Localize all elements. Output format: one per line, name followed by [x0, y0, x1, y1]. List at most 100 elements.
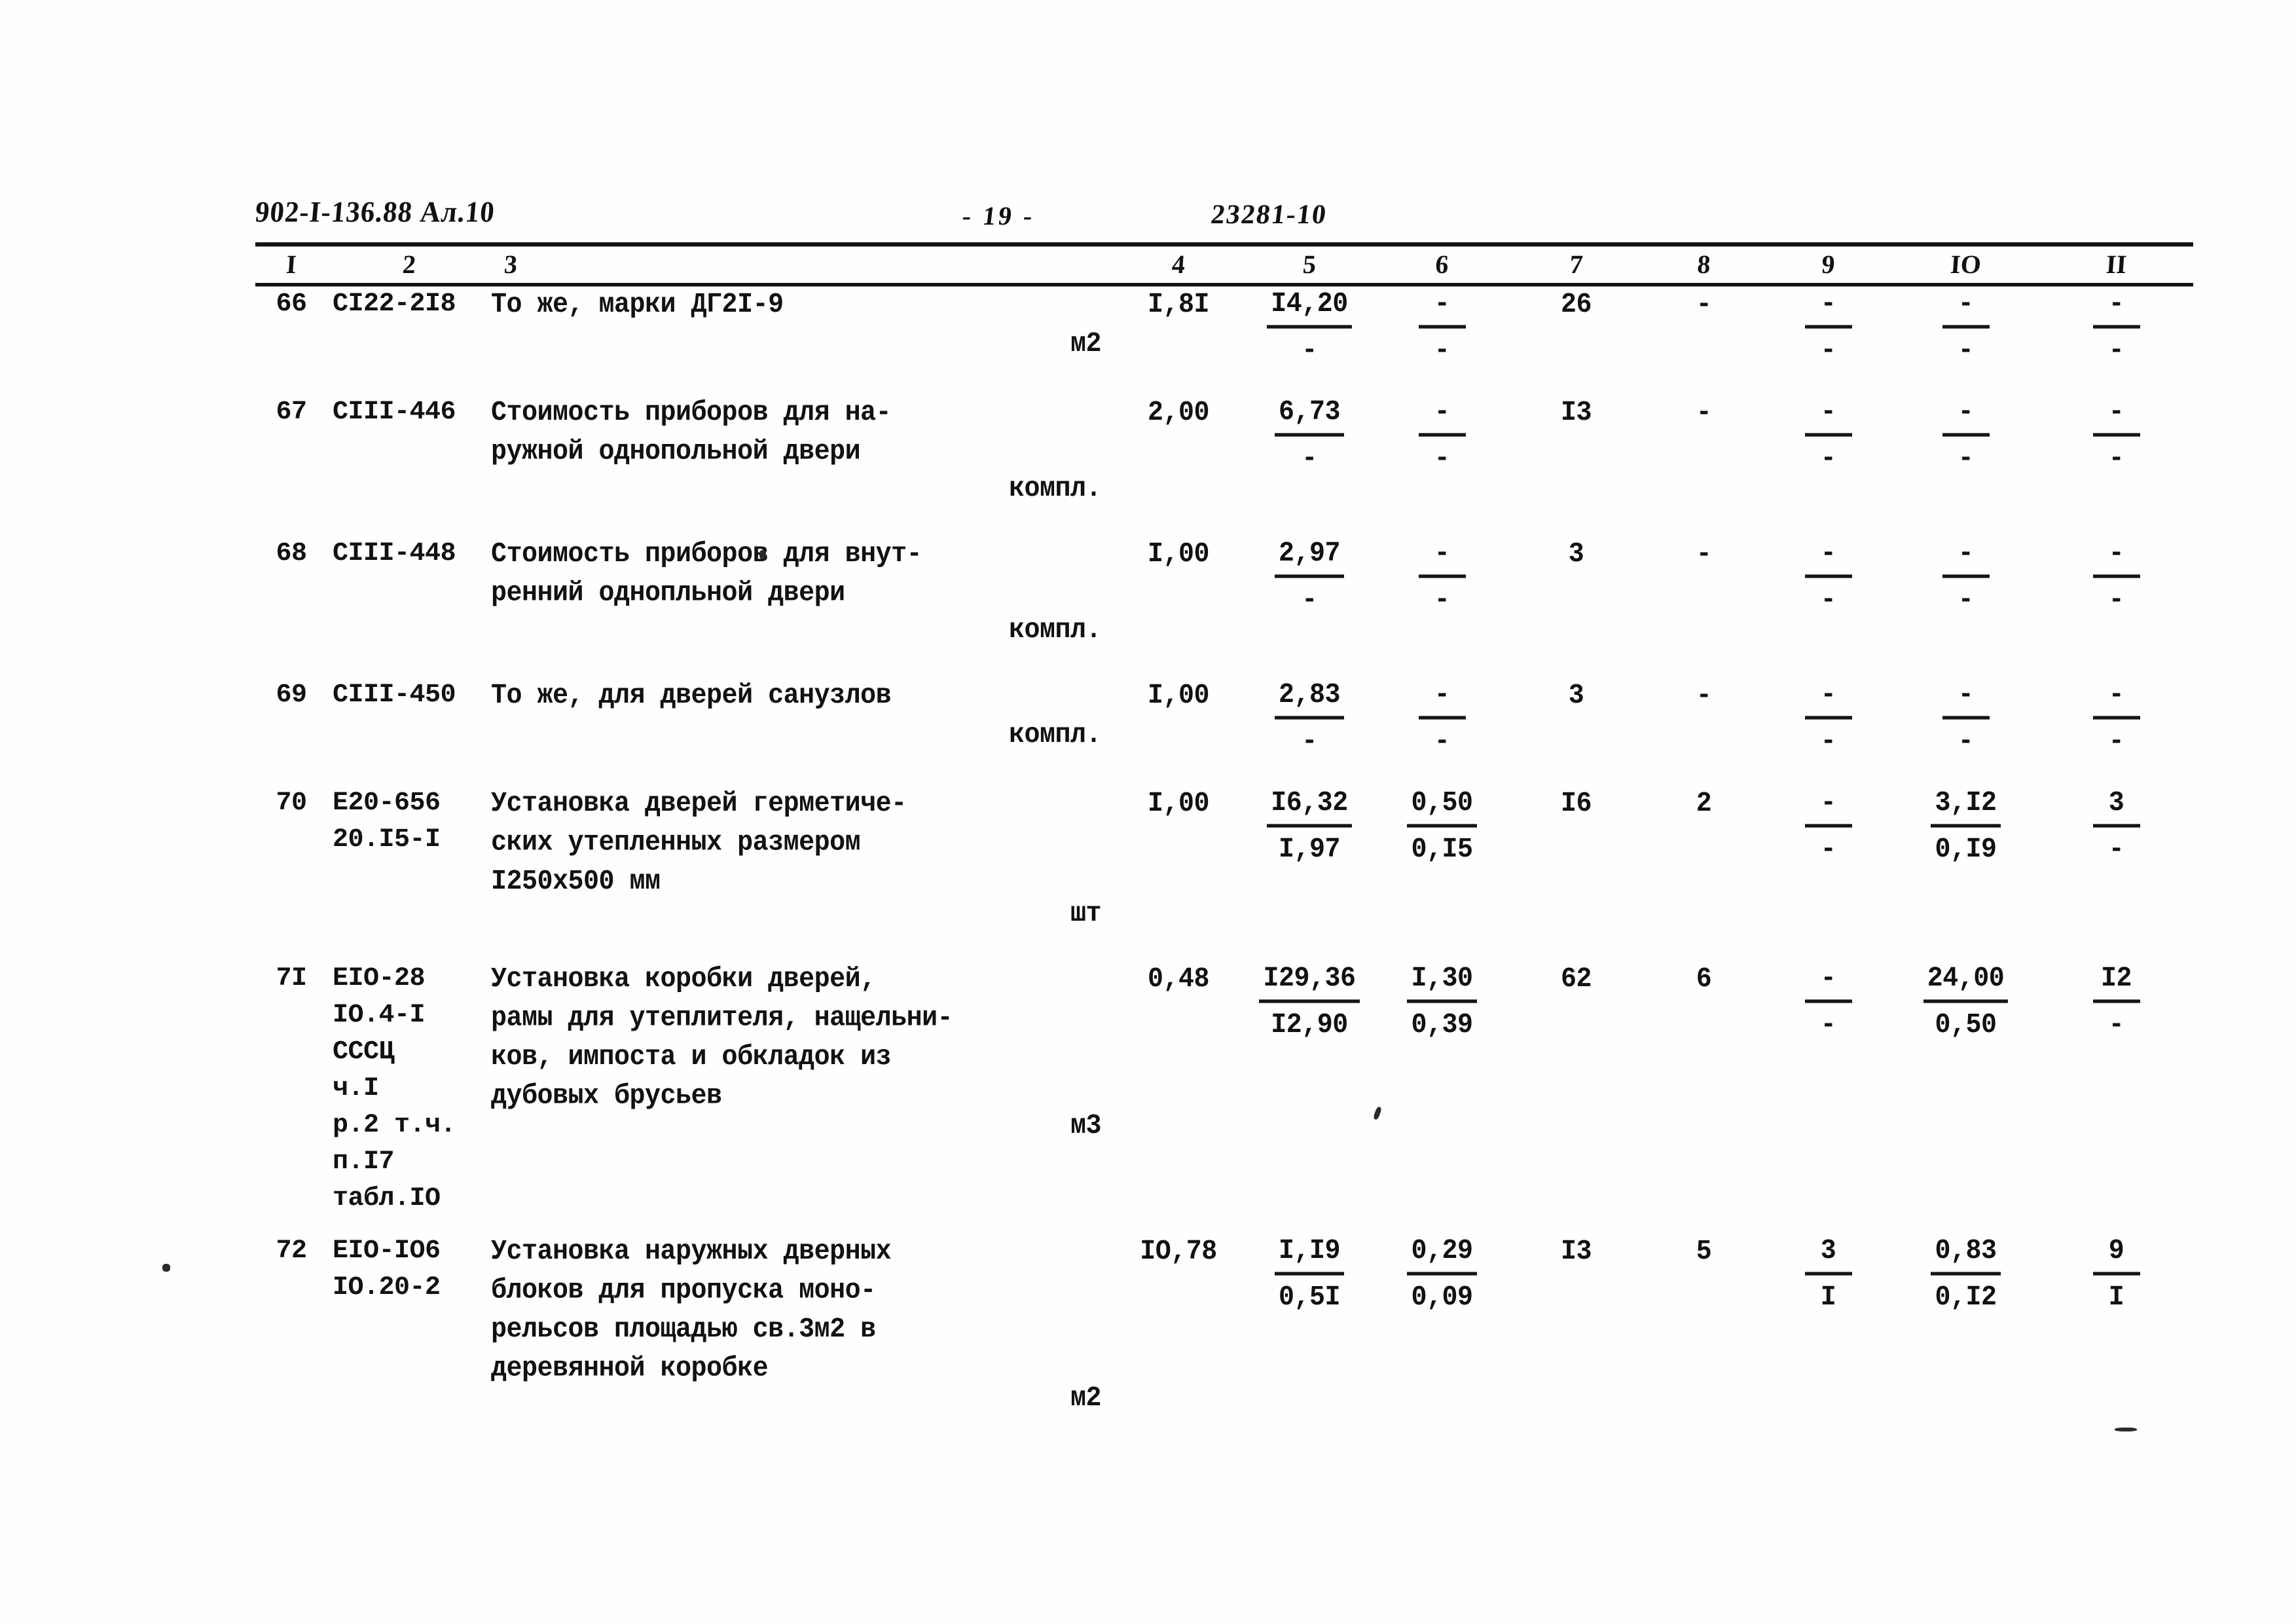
row-qty: IО,78: [1140, 1236, 1217, 1268]
row-number: 7I: [276, 964, 307, 993]
row-col7: 3: [1568, 680, 1584, 712]
row-code: ЕIO-28 IO.4-I СССЦ ч.I р.2 т.ч. п.I7 таб…: [333, 964, 456, 1213]
row-unit: м3: [1070, 1111, 1102, 1142]
row-col5: 2,97-: [1244, 536, 1375, 648]
row-description: Установка коробки дверей, рамы для утепл…: [491, 961, 1113, 1217]
row-col7: I3: [1560, 397, 1592, 429]
table-row: 67 СIII-446 Стоимость приборов для на- р…: [255, 394, 2193, 507]
row-col8: 5: [1696, 1236, 1712, 1268]
col-header-6: 6: [1434, 249, 1450, 279]
row-col9: --: [1764, 961, 1892, 1217]
row-unit: компл.: [1008, 615, 1102, 646]
row-number: 67: [276, 397, 307, 427]
row-col5: I29,36 I2,90: [1244, 961, 1375, 1217]
document-sheet: 902-I-136.88 Ал.10 - 19 - 23281-10 I 2 3…: [253, 196, 2193, 1416]
row-col6: --: [1375, 394, 1509, 507]
table-row: 72 ЕIO-IО6 IO.20-2 Установка наружных дв…: [255, 1233, 2193, 1416]
scan-artifact: [759, 550, 766, 559]
page-header: 902-I-136.88 Ал.10 - 19 - 23281-10: [253, 196, 2193, 242]
col-header-11: II: [2105, 249, 2128, 279]
col-header-1: I: [285, 249, 298, 279]
col-header-9: 9: [1820, 249, 1836, 279]
row-col10: 24,00 0,50: [1892, 961, 2039, 1217]
row-number: 68: [276, 539, 307, 568]
row-code: СIII-446: [333, 397, 456, 427]
row-qty: I,00: [1147, 788, 1210, 820]
row-description: То же, марки ДГ2I-9 м2: [491, 286, 1113, 365]
row-col8: 2: [1696, 788, 1712, 820]
row-col9: --: [1764, 394, 1892, 507]
row-col8: -: [1696, 680, 1712, 712]
row-qty: 2,00: [1147, 397, 1210, 429]
row-col5: 2,83-: [1244, 677, 1375, 758]
table-column-header-row: I 2 3 4 5 6 7 8 9 IO II: [255, 246, 2193, 283]
row-col5: I,I9 0,5I: [1244, 1233, 1375, 1416]
row-col6: 0,29 0,09: [1375, 1233, 1509, 1416]
col-header-3: 3: [503, 249, 519, 279]
row-spacer: [255, 932, 2193, 961]
row-unit: компл.: [1008, 473, 1102, 505]
row-description: То же, для дверей санузлов компл.: [491, 677, 1113, 756]
row-number: 66: [276, 289, 307, 319]
row-col10: 0,83 0,I2: [1892, 1233, 2039, 1416]
col-header-2: 2: [401, 249, 417, 279]
row-col11: --: [2039, 394, 2193, 507]
row-col6: I,30 0,39: [1375, 961, 1509, 1217]
sheet-number: 23281-10: [1209, 200, 1329, 230]
table-row: 68 СIII-448 Стоимость приборов для внут-…: [255, 536, 2193, 648]
document-code: 902-I-136.88 Ал.10: [253, 196, 496, 229]
row-unit: компл.: [1008, 720, 1102, 751]
row-col11: 3-: [2039, 785, 2193, 932]
row-col6: --: [1375, 677, 1509, 758]
row-qty: I,00: [1147, 539, 1210, 570]
row-code: ЕIO-IО6 IO.20-2: [333, 1236, 441, 1302]
row-col10: --: [1892, 286, 2039, 367]
col-header-10: IO: [1949, 249, 1982, 279]
row-col11: --: [2039, 677, 2193, 758]
col-header-4: 4: [1171, 249, 1186, 279]
row-description: Установка дверей герметиче- ских утеплен…: [491, 785, 1113, 932]
row-col10: --: [1892, 394, 2039, 507]
row-col7: I3: [1560, 1236, 1592, 1268]
row-qty: I,00: [1147, 680, 1210, 712]
row-col7: 62: [1560, 964, 1592, 995]
row-col9: --: [1764, 785, 1892, 932]
row-col9: 3I: [1764, 1233, 1892, 1416]
row-col10: --: [1892, 536, 2039, 648]
table-row: 69 СIII-450 То же, для дверей санузлов к…: [255, 677, 2193, 758]
row-col6: --: [1375, 286, 1509, 367]
table-row: 66 СI22-2I8 То же, марки ДГ2I-9 м2 I,8I …: [255, 286, 2193, 367]
row-col7: 26: [1560, 289, 1592, 321]
table-row: 7I ЕIO-28 IO.4-I СССЦ ч.I р.2 т.ч. п.I7 …: [255, 961, 2193, 1217]
row-spacer: [255, 507, 2193, 536]
row-col9: --: [1764, 677, 1892, 758]
specification-table: I 2 3 4 5 6 7 8 9 IO II: [255, 246, 2193, 283]
row-col5: I6,32 I,97: [1244, 785, 1375, 932]
row-code: СIII-448: [333, 539, 456, 568]
scan-artifact: [162, 1264, 170, 1272]
row-spacer: [255, 648, 2193, 677]
row-qty: 0,48: [1147, 964, 1210, 995]
row-spacer: [255, 1217, 2193, 1233]
row-col6: --: [1375, 536, 1509, 648]
scan-artifact: [2115, 1428, 2137, 1431]
row-col8: -: [1696, 397, 1712, 429]
row-number: 70: [276, 788, 307, 818]
row-code: СI22-2I8: [333, 289, 456, 319]
row-number: 69: [276, 680, 307, 710]
table-row: 70 Е20-656 20.I5-I Установка дверей герм…: [255, 785, 2193, 932]
row-number: 72: [276, 1236, 307, 1266]
row-col7: I6: [1560, 788, 1592, 820]
row-qty: I,8I: [1147, 289, 1210, 321]
row-col9: --: [1764, 536, 1892, 648]
row-col7: 3: [1568, 539, 1584, 570]
row-code: Е20-656 20.I5-I: [333, 788, 441, 855]
row-col9: --: [1764, 286, 1892, 367]
row-col6: 0,50 0,I5: [1375, 785, 1509, 932]
row-col5: I4,20-: [1244, 286, 1375, 367]
row-col10: --: [1892, 677, 2039, 758]
row-col11: --: [2039, 286, 2193, 367]
row-code: СIII-450: [333, 680, 456, 710]
row-col5: 6,73-: [1244, 394, 1375, 507]
specification-table-body: 66 СI22-2I8 То же, марки ДГ2I-9 м2 I,8I …: [255, 286, 2193, 1416]
